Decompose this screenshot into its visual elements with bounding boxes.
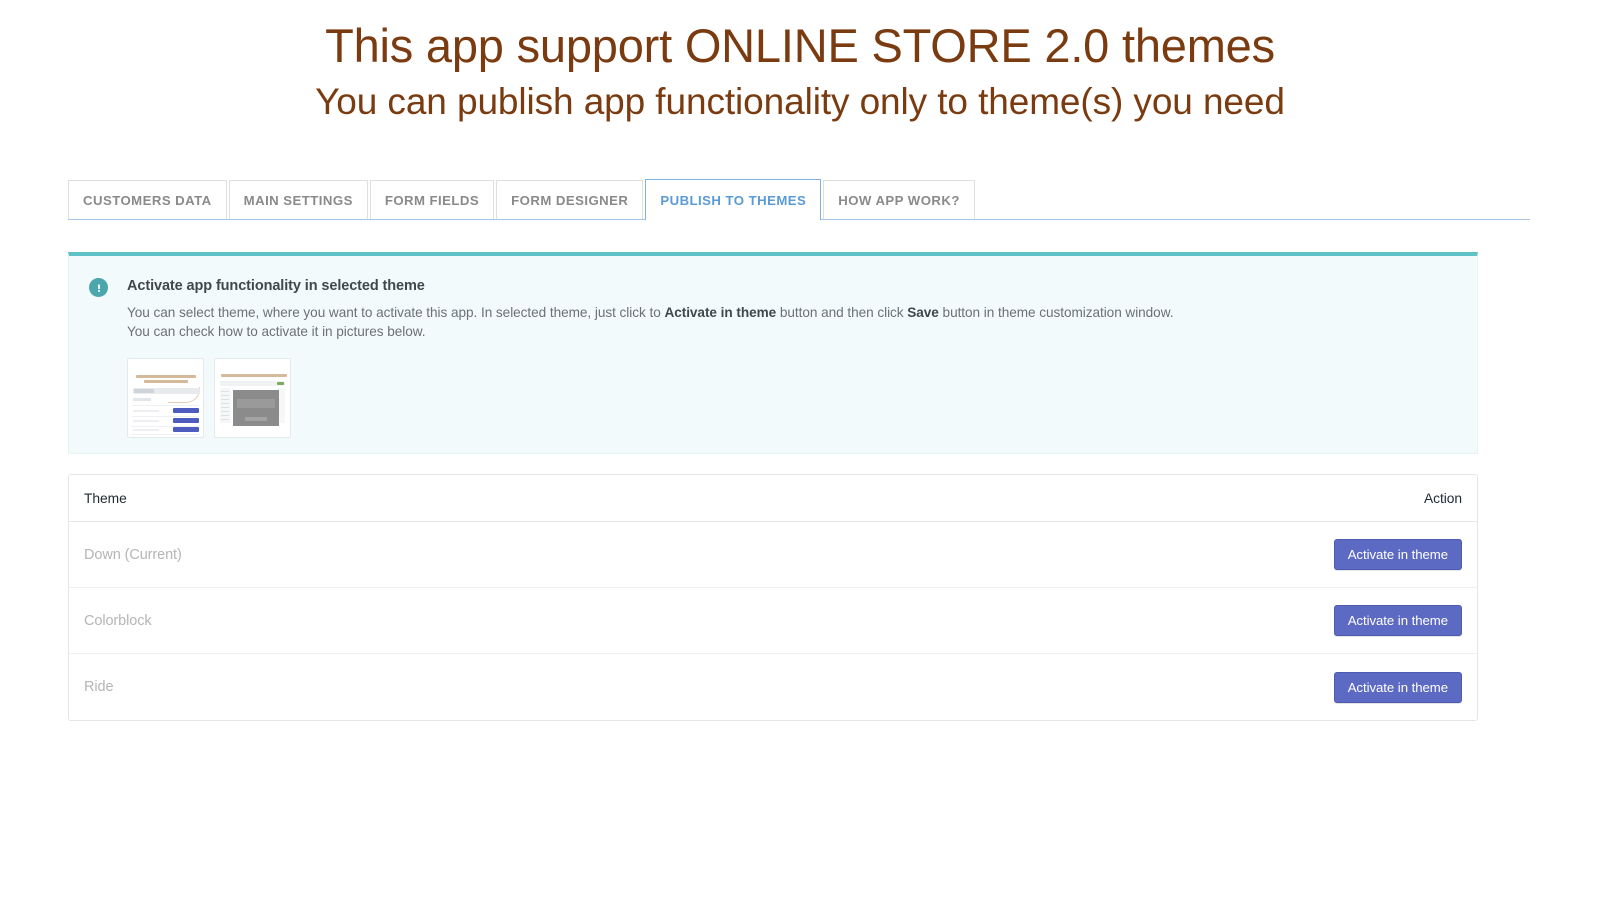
info-banner: Activate app functionality in selected t… xyxy=(68,252,1478,454)
theme-name: Down (Current) xyxy=(84,546,182,563)
table-row: Down (Current) Activate in theme xyxy=(69,522,1477,588)
tab-bar: CUSTOMERS DATA MAIN SETTINGS FORM FIELDS… xyxy=(68,179,1530,220)
banner-bold-save: Save xyxy=(907,305,939,320)
banner-title: Activate app functionality in selected t… xyxy=(127,278,425,294)
activate-in-theme-button[interactable]: Activate in theme xyxy=(1333,539,1462,570)
theme-customization-screenshot-thumbnail[interactable] xyxy=(214,358,291,438)
theme-selection-screenshot-thumbnail[interactable] xyxy=(127,358,204,438)
tab-form-fields[interactable]: FORM FIELDS xyxy=(369,180,495,219)
banner-text-3: button in theme customization window. xyxy=(938,305,1174,320)
banner-text-1: You can select theme, where you want to … xyxy=(127,305,665,320)
page-title: This app support ONLINE STORE 2.0 themes xyxy=(325,19,1275,72)
tab-publish-to-themes[interactable]: PUBLISH TO THEMES xyxy=(645,179,822,220)
banner-text-2: button and then click xyxy=(776,305,908,320)
table-row: Colorblock Activate in theme xyxy=(69,588,1477,654)
table-header-row: Theme Action xyxy=(69,475,1477,522)
activate-in-theme-button[interactable]: Activate in theme xyxy=(1333,605,1462,636)
tab-form-designer[interactable]: FORM DESIGNER xyxy=(496,180,644,219)
tab-how-app-work[interactable]: HOW APP WORK? xyxy=(823,180,975,219)
banner-bold-activate: Activate in theme xyxy=(664,305,777,320)
app-page: This app support ONLINE STORE 2.0 themes… xyxy=(0,0,1600,900)
themes-table-card: Theme Action Down (Current) Activate in … xyxy=(68,474,1478,721)
column-header-action: Action xyxy=(1423,490,1462,506)
theme-name: Colorblock xyxy=(84,612,152,629)
table-row: Ride Activate in theme xyxy=(69,654,1477,720)
theme-name: Ride xyxy=(84,679,114,695)
tab-customers-data[interactable]: CUSTOMERS DATA xyxy=(68,180,227,219)
banner-description-line-1: You can select theme, where you want to … xyxy=(127,305,1174,320)
page-subtitle: You can publish app functionality only t… xyxy=(315,80,1285,122)
activate-in-theme-button[interactable]: Activate in theme xyxy=(1333,671,1462,703)
banner-description-line-2: You can check how to activate it in pict… xyxy=(127,324,426,339)
column-header-theme: Theme xyxy=(84,490,127,506)
tab-main-settings[interactable]: MAIN SETTINGS xyxy=(228,180,368,219)
page-heading-block: This app support ONLINE STORE 2.0 themes… xyxy=(0,19,1600,124)
exclamation-circle-icon xyxy=(89,278,108,297)
banner-thumbnails xyxy=(127,358,291,438)
